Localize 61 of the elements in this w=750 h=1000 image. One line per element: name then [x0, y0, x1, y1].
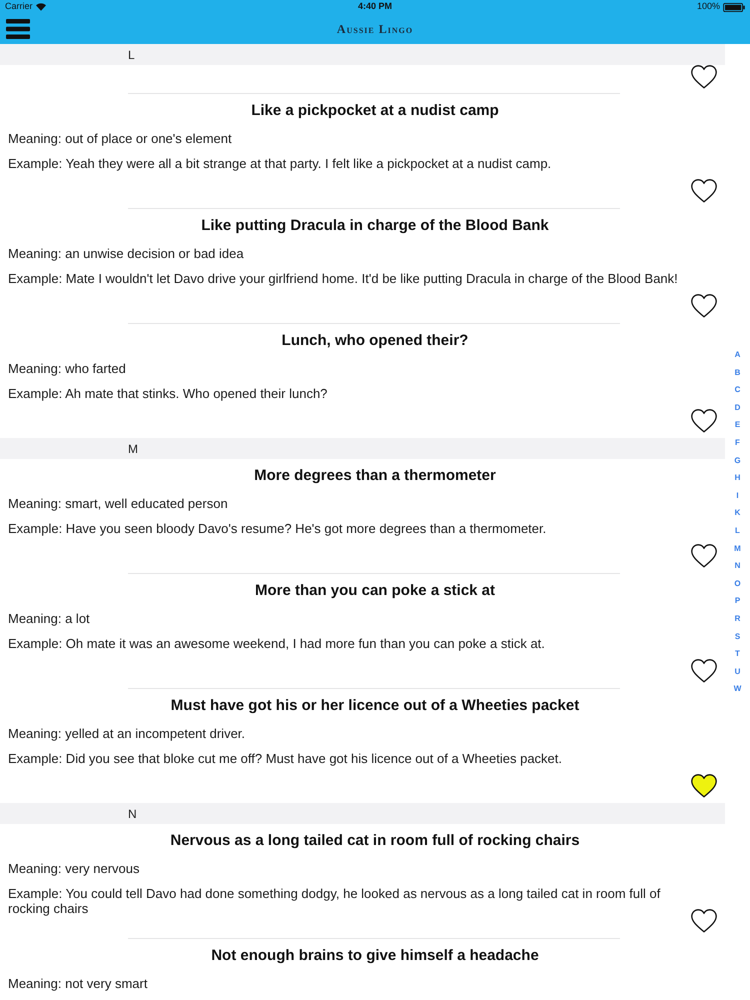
- section-letter: L: [128, 46, 135, 64]
- meaning-text: Meaning: out of place or one's element: [8, 130, 232, 148]
- index-letter[interactable]: U: [734, 662, 740, 680]
- example-text: Example: Yeah they were all a bit strange at that party. I felt like a pickpocket at a nudist camp.: [8, 156, 552, 171]
- time-text: 4:40 PM: [358, 0, 392, 14]
- meaning-text: Meaning: not very smart: [8, 975, 148, 993]
- example-text: Example: Mate I wouldn't let Davo drive your girlfriend home. It'd be like putting Dracula in charge of the Blood Bank!: [8, 271, 678, 286]
- index-letter[interactable]: H: [734, 469, 740, 487]
- index-letter[interactable]: B: [734, 364, 740, 382]
- heart-icon[interactable]: [691, 65, 717, 89]
- meaning-text: Meaning: yelled at an incompetent driver.: [8, 725, 246, 743]
- index-letter[interactable]: P: [734, 592, 740, 610]
- example-text: Example: Ah mate that stinks. Who opened their lunch?: [8, 386, 328, 401]
- phrase-title: Not enough brains to give himself a headache: [211, 946, 539, 966]
- battery-icon: [723, 2, 745, 12]
- battery-percent: 100%: [696, 0, 720, 14]
- section-letter: M: [128, 440, 138, 458]
- index-letter[interactable]: N: [734, 557, 740, 575]
- heart-icon[interactable]: [691, 774, 717, 798]
- menu-icon[interactable]: [6, 19, 30, 39]
- wifi-icon: [36, 3, 46, 11]
- index-letter[interactable]: A: [734, 346, 740, 364]
- meaning-text: Meaning: an unwise decision or bad idea: [8, 245, 244, 263]
- phrase-title: More degrees than a thermometer: [254, 466, 496, 486]
- heart-icon[interactable]: [691, 409, 717, 433]
- meaning-text: Meaning: a lot: [8, 610, 90, 628]
- app-title: Aussie Lingo: [336, 21, 414, 38]
- carrier-text: Carrier: [5, 0, 33, 14]
- index-letter[interactable]: W: [734, 680, 742, 698]
- example-text: Example: Did you see that bloke cut me off? Must have got his licence out of a Wheeties packet.: [8, 751, 562, 766]
- heart-icon[interactable]: [691, 544, 717, 568]
- index-letter[interactable]: E: [734, 416, 740, 434]
- phrase-title: Lunch, who opened their?: [282, 331, 468, 351]
- example-text: Example: Have you seen bloody Davo's resume? He's got more degrees than a thermometer.: [8, 521, 546, 536]
- index-letter[interactable]: O: [734, 574, 741, 592]
- index-letter[interactable]: L: [735, 522, 740, 540]
- index-letter[interactable]: F: [735, 434, 740, 452]
- meaning-text: Meaning: who farted: [8, 360, 126, 378]
- index-letter[interactable]: D: [734, 398, 740, 416]
- phrase-title: Nervous as a long tailed cat in room full of rocking chairs: [170, 831, 580, 851]
- meaning-text: Meaning: very nervous: [8, 860, 140, 878]
- index-letter[interactable]: T: [735, 645, 740, 663]
- heart-icon[interactable]: [691, 179, 717, 203]
- heart-icon[interactable]: [691, 294, 717, 318]
- example-text: Example: You could tell Davo had done something dodgy, he looked as nervous as a long tailed cat in room full of rocking chairs: [8, 886, 662, 916]
- index-letter[interactable]: G: [734, 452, 741, 470]
- section-letter: N: [128, 806, 137, 822]
- phrase-title: Must have got his or her licence out of a Wheeties packet: [170, 696, 580, 716]
- index-letter[interactable]: C: [734, 381, 740, 399]
- phrase-title: Like putting Dracula in charge of the Blood Bank: [201, 216, 549, 236]
- phrase-title: More than you can poke a stick at: [254, 581, 496, 601]
- heart-icon[interactable]: [691, 659, 717, 683]
- index-letter[interactable]: M: [734, 540, 741, 558]
- index-letter[interactable]: S: [734, 628, 740, 646]
- index-letter[interactable]: R: [734, 610, 740, 628]
- phrase-title: Like a pickpocket at a nudist camp: [251, 101, 499, 121]
- meaning-text: Meaning: smart, well educated person: [8, 495, 228, 513]
- index-letter[interactable]: K: [734, 504, 740, 522]
- example-text: Example: Oh mate it was an awesome weekend, I had more fun than you can poke a stick at.: [8, 636, 545, 651]
- index-letter[interactable]: I: [736, 486, 739, 504]
- heart-icon[interactable]: [691, 909, 717, 933]
